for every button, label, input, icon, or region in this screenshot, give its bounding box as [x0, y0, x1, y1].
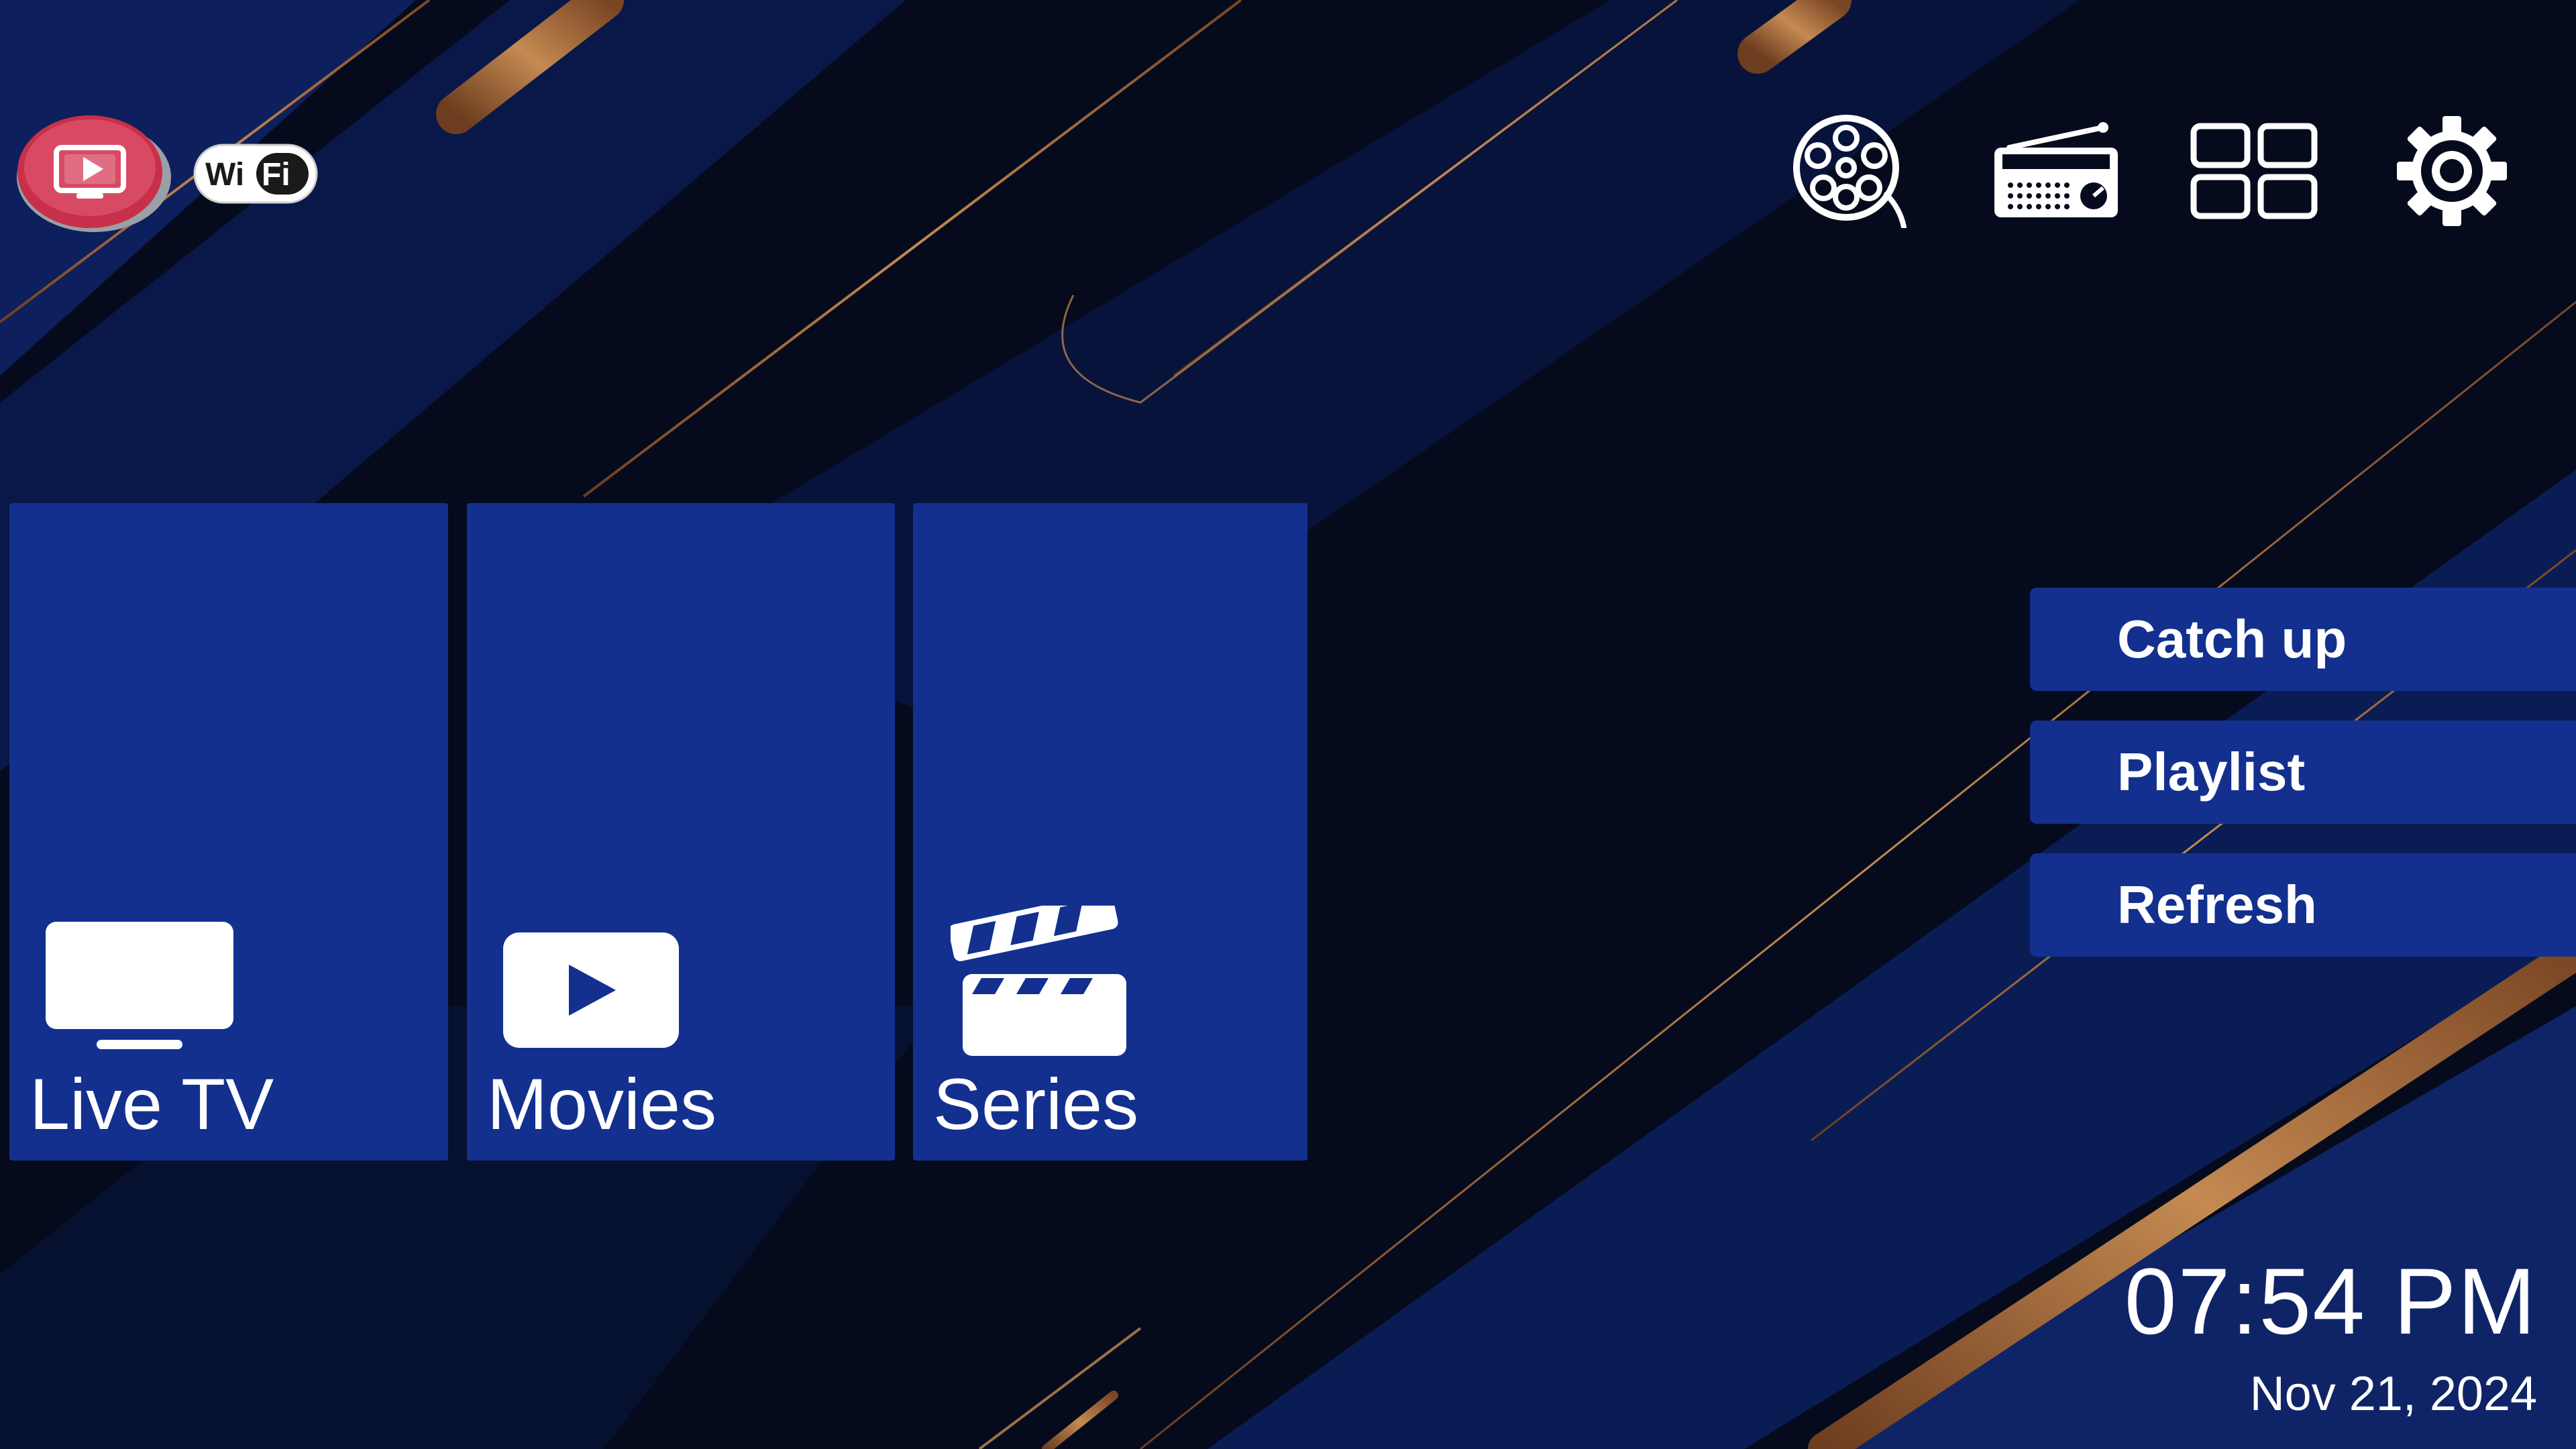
tv-play-logo-icon [17, 115, 171, 232]
wifi-icon: Wi Fi [193, 144, 318, 204]
tile-label-live-tv: Live TV [30, 1063, 274, 1144]
radio-icon [1994, 122, 2118, 217]
catch-up-button[interactable]: Catch up [2030, 588, 2576, 691]
clapperboard-icon [951, 906, 1126, 1056]
tile-movies[interactable]: Movies [467, 503, 895, 1161]
tile-series[interactable]: Series [913, 503, 1307, 1161]
tile-label-movies: Movies [487, 1063, 717, 1144]
wifi-text-right: Fi [262, 157, 290, 193]
app-logo [15, 107, 176, 235]
radio-button[interactable] [1982, 107, 2130, 235]
film-reel-button[interactable] [1779, 107, 1927, 235]
play-icon [503, 932, 679, 1048]
settings-button[interactable] [2378, 107, 2526, 235]
grid-button[interactable] [2180, 107, 2328, 235]
clock-time: 07:54 PM [2124, 1248, 2537, 1354]
tv-icon [46, 922, 233, 1049]
home-screen: Wi Fi Live TV Movies Series Catch up Pla… [0, 0, 2576, 1449]
refresh-button[interactable]: Refresh [2030, 853, 2576, 957]
wifi-text-left: Wi [205, 157, 244, 193]
playlist-button[interactable]: Playlist [2030, 720, 2576, 824]
tile-label-series: Series [933, 1063, 1139, 1144]
clock-date: Nov 21, 2024 [2249, 1367, 2537, 1421]
tile-live-tv[interactable]: Live TV [9, 503, 448, 1161]
grid-icon [2190, 123, 2318, 219]
film-reel-icon [1793, 115, 1907, 228]
wifi-status-badge: Wi Fi [192, 142, 319, 205]
gear-icon [2397, 116, 2507, 226]
